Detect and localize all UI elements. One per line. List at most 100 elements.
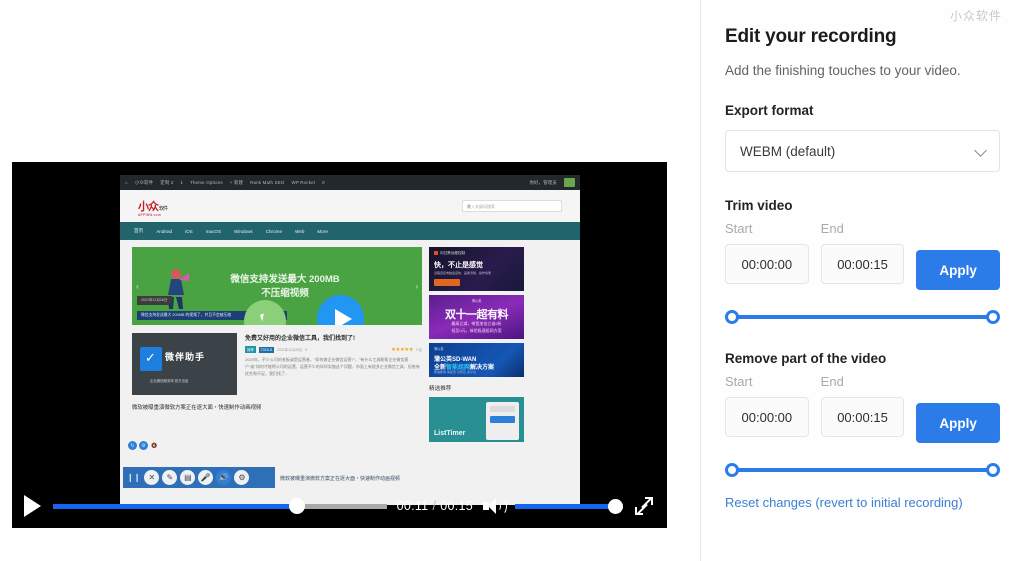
reset-changes-link[interactable]: Reset changes (revert to initial recordi…: [725, 495, 963, 510]
article-title[interactable]: 免费又好用的企业微信工具，我们找到了!: [245, 333, 422, 342]
edit-panel: 小众软件 Edit your recording Add the finishi…: [700, 0, 1024, 561]
article-badge-category: 效率: [245, 346, 256, 353]
time-display: 00:11/00:15: [397, 499, 473, 513]
trim-apply-button[interactable]: Apply: [916, 250, 1001, 290]
remove-end-input[interactable]: 00:00:15: [820, 397, 905, 437]
ad-banner-1[interactable]: 向日葵远程控制 快，不止是感觉 远程连接电脑速度快，画质清晰，操作简便: [429, 247, 524, 291]
microphone-icon[interactable]: 🎤: [198, 470, 214, 485]
ad1-sub: 远程连接电脑速度快，画质清晰，操作简便: [434, 271, 492, 275]
volume-track: [515, 503, 623, 509]
hero-banner: ‹ › 微信支持发送最大 200MB 不压缩视频 2021年11月26日 微信支…: [132, 247, 422, 325]
nav-item-chrome: Chrome: [265, 228, 283, 234]
remove-range-track: [732, 468, 993, 472]
video-player[interactable]: ⌂ 小众软件 定制 2 1 Theme Options + 新建 Rank Ma…: [12, 162, 667, 528]
article-thumb-title: 微伴助手: [165, 352, 206, 362]
ad1-headline: 快，不止是感觉: [434, 262, 483, 269]
ad2-headline: 双十一超有料: [445, 309, 509, 321]
volume-slider[interactable]: [515, 498, 623, 514]
ad2-line2: 低至0元，体验极速组网方案: [451, 328, 502, 333]
site-nav: 首页 Android iOS macOS Windows Chrome Web …: [120, 222, 580, 240]
settings-icon[interactable]: ⚙: [139, 441, 148, 450]
trim-start-field: Start 00:00:00: [725, 221, 809, 290]
pause-icon[interactable]: ❙❙: [127, 473, 140, 482]
site-search-input: 输入关键词搜索 ⚲: [462, 200, 562, 212]
featured-heading: 精选推荐: [429, 386, 452, 392]
fullscreen-icon[interactable]: [633, 495, 655, 517]
export-format-label: Export format: [725, 103, 814, 118]
check-icon: [140, 347, 162, 371]
remove-range-knob-start[interactable]: [725, 463, 739, 477]
export-format-value: WEBM (default): [740, 143, 836, 159]
trim-range-knob-start[interactable]: [725, 310, 739, 324]
featured-card[interactable]: ListTimer: [429, 397, 524, 442]
article-item-secondary[interactable]: 微软被曝重演微软方案正在逐大面・快速制作动画视频: [132, 403, 422, 411]
chevron-right-icon: ›: [415, 282, 418, 291]
recorder-mini-toolbar[interactable]: ↻ ⚙ 🔇: [128, 441, 159, 450]
export-format-select[interactable]: WEBM (default): [725, 130, 1000, 172]
recorder-toolbar-caption: 微软被曝重演微软方案正在逐大面・快速制作动画视频: [280, 476, 401, 482]
nav-item-windows: Windows: [234, 228, 253, 234]
volume-high-icon[interactable]: [483, 496, 507, 516]
nav-item-home: 首页: [134, 228, 144, 233]
remove-end-label: End: [820, 374, 844, 389]
banner-date-tag: 2021年11月26日: [137, 296, 172, 305]
admin-bar-item: 定制 2: [160, 179, 174, 185]
ad-banner-2[interactable]: 蒲公英 双十一超有料 最高立减，带宽加倍立省5折 低至0元，体验极速组网方案: [429, 295, 524, 339]
remove-apply-button[interactable]: Apply: [916, 403, 1001, 443]
logo-sub: 软件: [159, 206, 168, 212]
ad-banner-3[interactable]: 蒲公英 蒲公英SD-WAN 全新智能组网解决方案 即插即用·免配置·高稳定·多平…: [429, 343, 524, 377]
seek-progress-fill: [53, 503, 297, 509]
trim-range-knob-end[interactable]: [986, 310, 1000, 324]
trim-end-label: End: [820, 221, 844, 236]
remove-end-field: End 00:00:15: [820, 374, 905, 443]
settings-icon[interactable]: ⚙: [234, 470, 250, 485]
play-icon[interactable]: [24, 495, 41, 517]
rating-stars-icon: ★★★★★: [390, 346, 414, 353]
ad2-tag: 蒲公英: [471, 299, 482, 303]
camera-icon[interactable]: ▤: [180, 470, 196, 485]
nav-item-web: Web: [295, 228, 305, 234]
remove-range-knob-end[interactable]: [986, 463, 1000, 477]
wp-admin-bar: ⌂ 小众软件 定制 2 1 Theme Options + 新建 Rank Ma…: [120, 175, 580, 190]
article-thumb-sub: 企业微信服务商 官方出品: [150, 379, 189, 383]
banner-title-line2: 不压缩视频: [261, 287, 309, 299]
gravatar-avatar-icon: [564, 178, 575, 187]
speaker-icon[interactable]: 🔊: [216, 470, 232, 485]
remove-range-slider[interactable]: [725, 462, 1000, 478]
article-date: 2021年11月26日: [277, 348, 303, 352]
chevron-left-icon: ‹: [136, 282, 139, 291]
video-stage: ⌂ 小众软件 定制 2 1 Theme Options + 新建 Rank Ma…: [0, 0, 700, 561]
pen-icon[interactable]: ✎: [162, 470, 178, 485]
nav-item-more: More: [317, 228, 328, 234]
trim-range-track: [732, 315, 993, 319]
banner-title-line1: 微信支持发送最大 200MB: [230, 274, 340, 285]
cursor-click-icon: [244, 300, 286, 325]
stop-icon[interactable]: ✕: [144, 470, 160, 485]
page-subtitle: Add the finishing touches to your video.: [725, 63, 961, 78]
admin-bar-item: 0: [322, 180, 325, 185]
time-separator: /: [432, 499, 437, 513]
chevron-down-icon: [974, 144, 987, 157]
trim-end-input[interactable]: 00:00:15: [820, 244, 905, 284]
trim-start-input[interactable]: 00:00:00: [725, 244, 809, 284]
volume-thumb[interactable]: [608, 498, 623, 514]
watermark: 小众软件: [949, 9, 1002, 23]
site-header: 小众软件 APPINN.com 输入关键词搜索 ⚲: [120, 190, 580, 222]
admin-bar-item: Theme Options: [190, 180, 223, 185]
refresh-icon[interactable]: ↻: [128, 441, 137, 450]
admin-bar-item: ⌂: [125, 180, 128, 185]
ad1-button[interactable]: [434, 279, 460, 286]
seek-thumb[interactable]: [288, 498, 305, 514]
recorder-editor-window: ⌂ 小众软件 定制 2 1 Theme Options + 新建 Rank Ma…: [0, 0, 1024, 561]
admin-bar-item: Rank Math SEO: [250, 180, 285, 185]
article-thumbnail: 微伴助手 企业微信服务商 官方出品: [132, 333, 237, 395]
article-item[interactable]: 微伴助手 企业微信服务商 官方出品 免费又好用的企业微信工具，我们找到了! 效率…: [132, 333, 422, 395]
seek-bar[interactable]: [53, 497, 387, 515]
article-body: 免费又好用的企业微信工具，我们找到了! 效率 TOOLS 2021年11月26日…: [245, 333, 422, 395]
remove-start-input[interactable]: 00:00:00: [725, 397, 809, 437]
mute-icon[interactable]: 🔇: [150, 441, 159, 450]
ad1-tag: 向日葵远程控制: [440, 251, 466, 255]
site-sidebar: 向日葵远程控制 快，不止是感觉 远程连接电脑速度快，画质清晰，操作简便 蒲公英 …: [429, 247, 524, 442]
trim-range-slider[interactable]: [725, 309, 1000, 325]
featured-phone-mock: [486, 402, 519, 440]
